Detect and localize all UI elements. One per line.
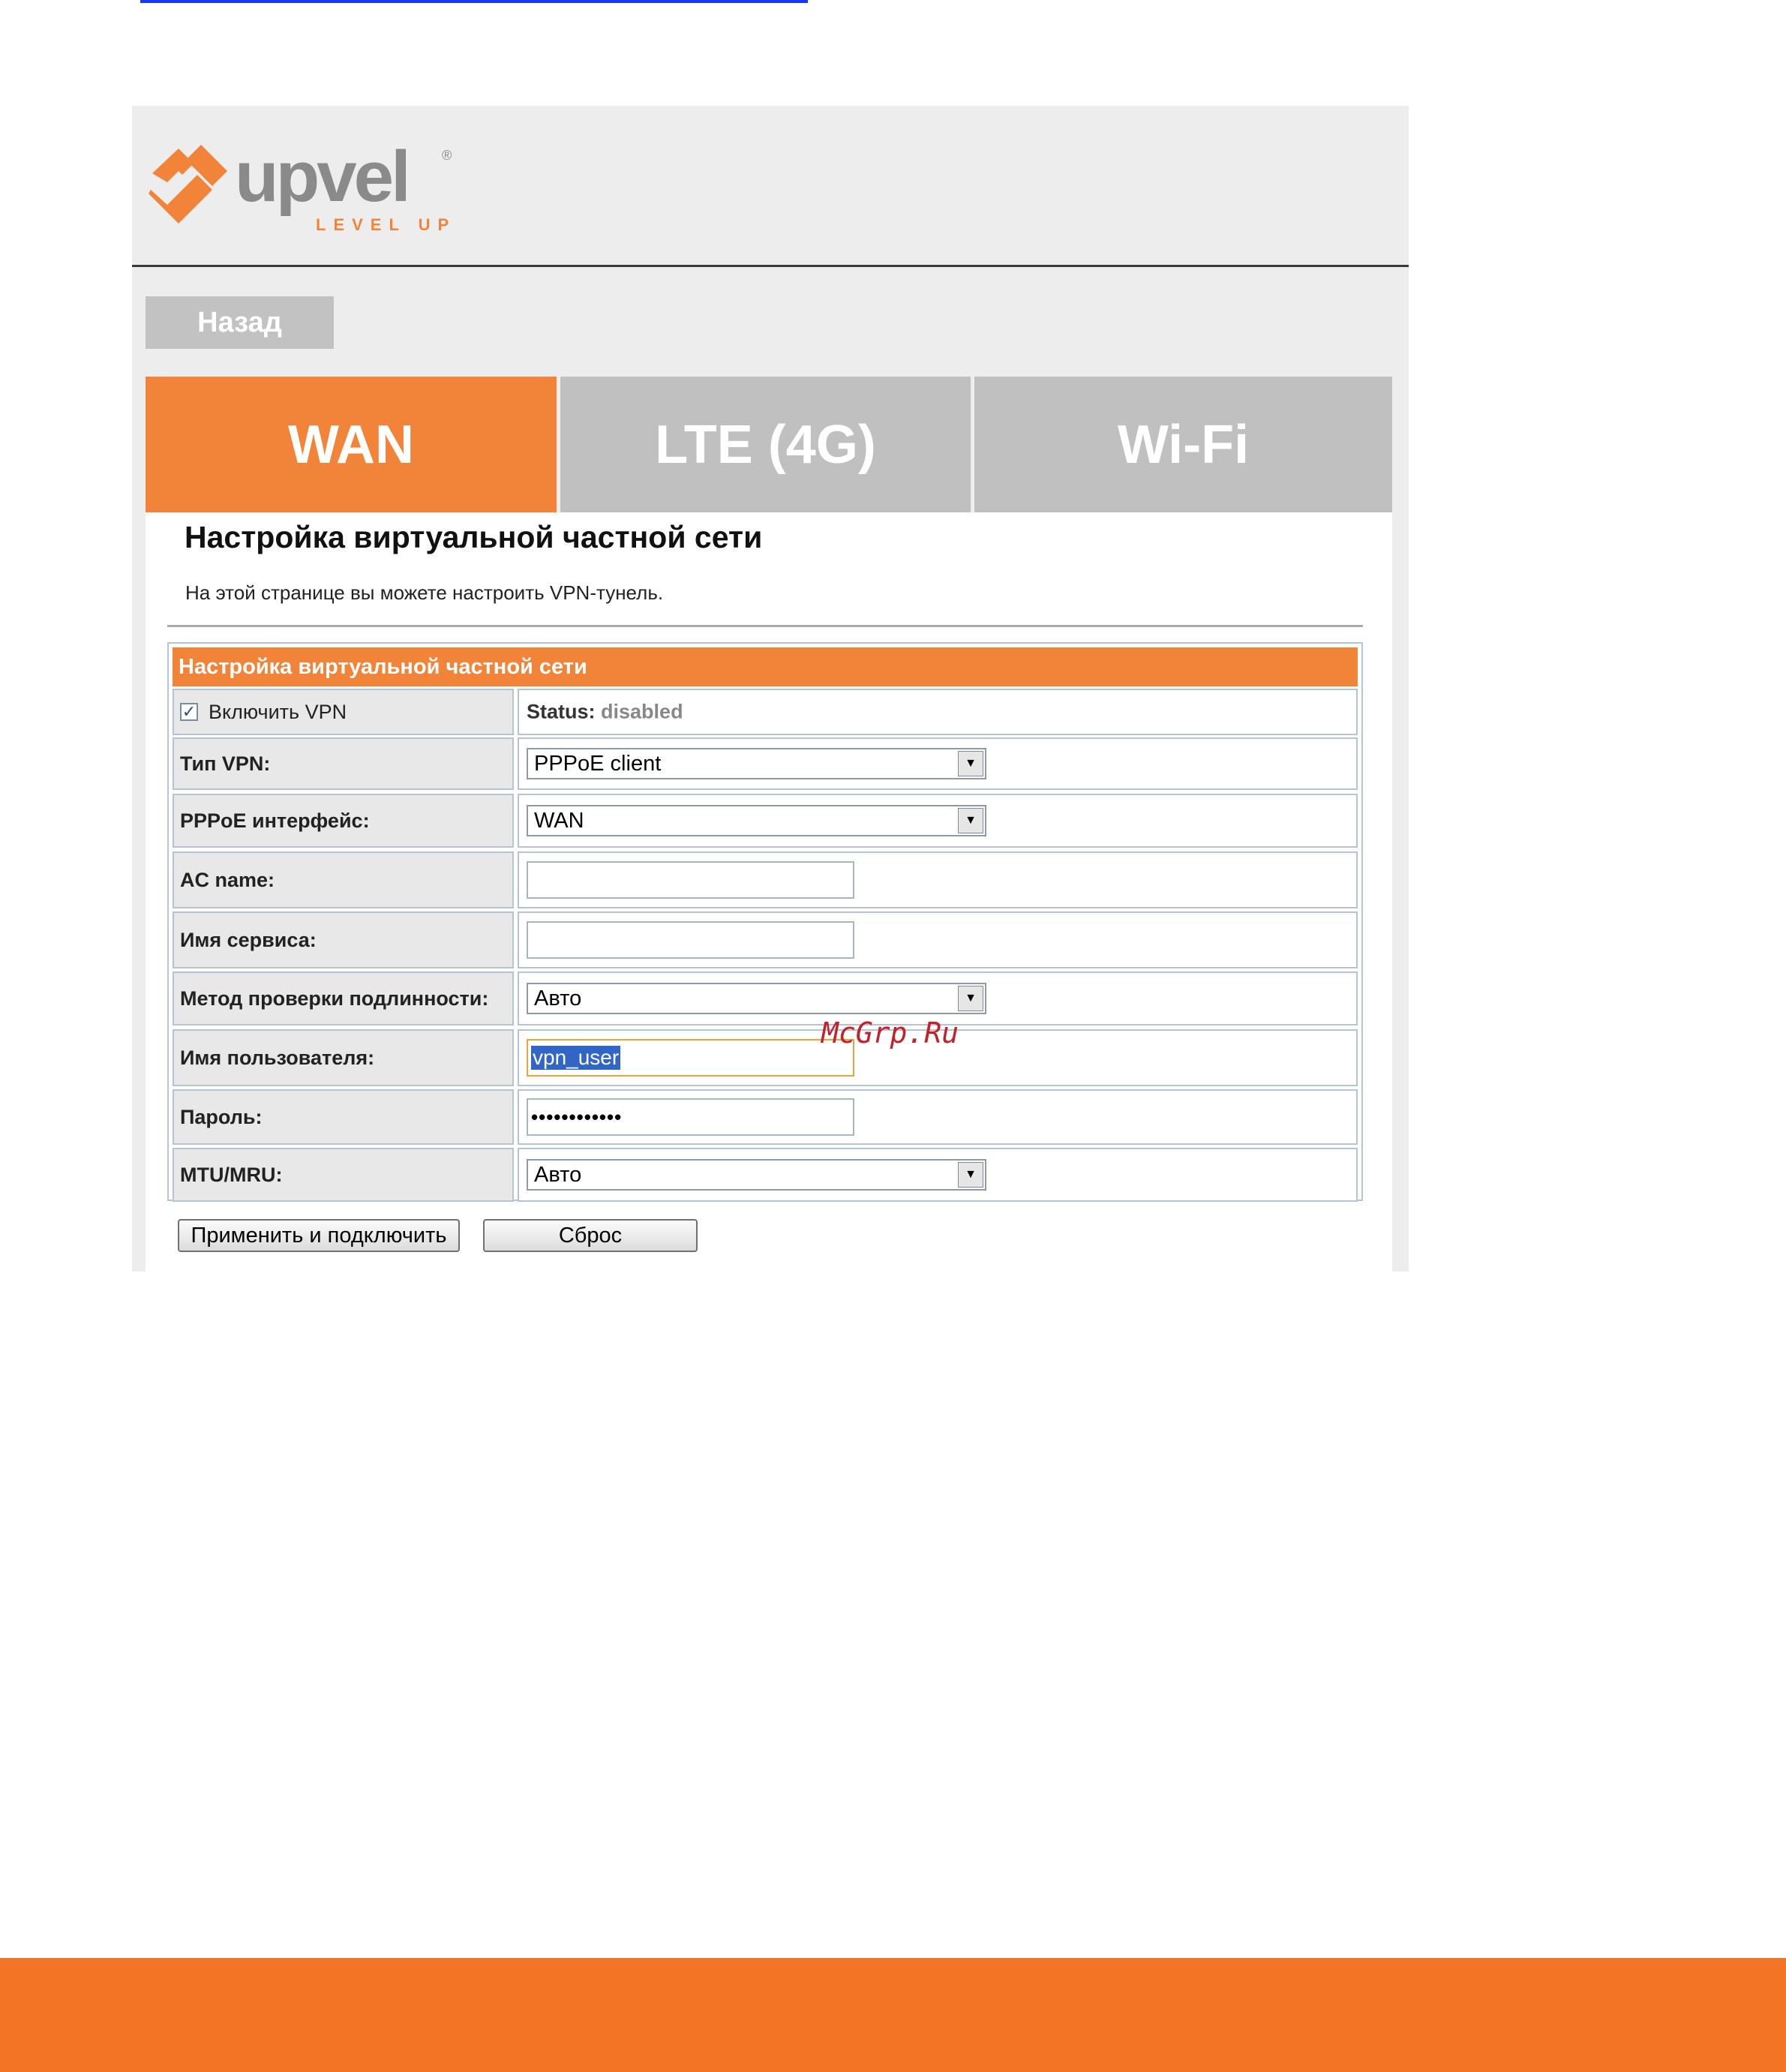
ac-name-input[interactable] bbox=[527, 861, 854, 899]
username-label: Имя пользователя: bbox=[173, 1029, 514, 1086]
enable-vpn-cell: ✓ Включить VPN bbox=[173, 689, 514, 735]
password-cell: •••••••••••• bbox=[518, 1089, 1358, 1145]
page-title: Настройка виртуальной частной сети bbox=[185, 520, 763, 554]
pppoe-interface-label: PPPoE интерфейс: bbox=[173, 794, 514, 848]
header-divider bbox=[132, 265, 1409, 267]
footer-band bbox=[0, 1958, 1786, 2072]
header: upvel ® LEVEL UP bbox=[132, 106, 1409, 267]
vpn-type-select[interactable]: PPPoE client ▼ bbox=[527, 748, 986, 779]
service-name-cell bbox=[518, 911, 1358, 968]
pppoe-interface-select[interactable]: WAN ▼ bbox=[527, 805, 986, 836]
upvel-chevron-icon bbox=[149, 145, 227, 224]
vpn-settings-table: Настройка виртуальной частной сети ✓ Вкл… bbox=[167, 642, 1363, 1202]
watermark: McGrp.Ru bbox=[821, 1016, 959, 1050]
router-admin-panel: upvel ® LEVEL UP Назад WAN LTE (4G) Wi-F… bbox=[132, 106, 1409, 1272]
password-label: Пароль: bbox=[173, 1089, 514, 1145]
row-password: Пароль: •••••••••••• bbox=[173, 1089, 1358, 1145]
checkmark-icon: ✓ bbox=[182, 702, 197, 721]
username-value: vpn_user bbox=[531, 1046, 621, 1070]
dropdown-arrow-icon[interactable]: ▼ bbox=[958, 986, 983, 1011]
apply-connect-button[interactable]: Применить и подключить bbox=[178, 1219, 460, 1252]
back-button[interactable]: Назад bbox=[146, 296, 334, 349]
brand-name: upvel bbox=[235, 137, 408, 217]
row-ac-name: AC name: bbox=[173, 851, 1358, 908]
content-divider bbox=[167, 625, 1363, 627]
row-auth-method: Метод проверки подлинности: Авто ▼ bbox=[173, 971, 1358, 1025]
ac-name-cell bbox=[518, 851, 1358, 908]
status-cell: Status: disabled bbox=[518, 689, 1358, 735]
row-pppoe-interface: PPPoE интерфейс: WAN ▼ bbox=[173, 794, 1358, 848]
status-text: Status: disabled bbox=[527, 701, 683, 724]
tab-wan[interactable]: WAN bbox=[146, 377, 557, 512]
row-mtu-mru: MTU/MRU: Авто ▼ bbox=[173, 1148, 1358, 1202]
pppoe-interface-cell: WAN ▼ bbox=[518, 794, 1358, 848]
mtu-mru-cell: Авто ▼ bbox=[518, 1148, 1358, 1202]
pppoe-interface-value: WAN bbox=[534, 808, 584, 833]
reset-button[interactable]: Сброс bbox=[483, 1219, 698, 1252]
enable-vpn-checkbox[interactable]: ✓ bbox=[180, 703, 198, 721]
username-input[interactable]: vpn_user bbox=[527, 1039, 854, 1077]
row-vpn-type: Тип VPN: PPPoE client ▼ bbox=[173, 737, 1358, 790]
tab-lte[interactable]: LTE (4G) bbox=[560, 377, 971, 512]
password-mask: •••••••••••• bbox=[531, 1105, 623, 1128]
vpn-type-value: PPPoE client bbox=[534, 751, 662, 776]
status-value: disabled bbox=[601, 700, 683, 723]
mtu-mru-select[interactable]: Авто ▼ bbox=[527, 1159, 986, 1191]
upvel-logo: upvel ® LEVEL UP bbox=[149, 137, 456, 234]
brand-tagline: LEVEL UP bbox=[316, 215, 456, 234]
top-link-underline[interactable] bbox=[140, 0, 808, 3]
tab-bar: WAN LTE (4G) Wi-Fi bbox=[146, 377, 1392, 512]
auth-method-label: Метод проверки подлинности: bbox=[173, 971, 514, 1025]
service-name-label: Имя сервиса: bbox=[173, 911, 514, 968]
main-content: Настройка виртуальной частной сети На эт… bbox=[146, 512, 1392, 1272]
page-description: На этой странице вы можете настроить VPN… bbox=[185, 581, 664, 604]
service-name-input[interactable] bbox=[527, 921, 854, 959]
auth-method-select[interactable]: Авто ▼ bbox=[527, 983, 986, 1014]
auth-method-value: Авто bbox=[534, 986, 582, 1010]
status-label: Status: bbox=[527, 700, 596, 723]
tab-wifi[interactable]: Wi-Fi bbox=[974, 377, 1392, 512]
enable-vpn-label: Включить VPN bbox=[209, 700, 347, 723]
vpn-type-cell: PPPoE client ▼ bbox=[518, 737, 1358, 790]
dropdown-arrow-icon[interactable]: ▼ bbox=[958, 751, 983, 776]
vpn-type-label: Тип VPN: bbox=[173, 737, 514, 790]
mtu-mru-value: Авто bbox=[534, 1162, 582, 1187]
registered-mark: ® bbox=[442, 148, 452, 163]
table-header: Настройка виртуальной частной сети bbox=[173, 647, 1358, 686]
dropdown-arrow-icon[interactable]: ▼ bbox=[958, 1162, 983, 1188]
mtu-mru-label: MTU/MRU: bbox=[173, 1148, 514, 1202]
row-enable-vpn: ✓ Включить VPN Status: disabled bbox=[173, 689, 1358, 735]
password-input[interactable]: •••••••••••• bbox=[527, 1098, 854, 1136]
dropdown-arrow-icon[interactable]: ▼ bbox=[958, 808, 983, 833]
row-username: Имя пользователя: vpn_user bbox=[173, 1029, 1358, 1086]
row-service-name: Имя сервиса: bbox=[173, 911, 1358, 968]
ac-name-label: AC name: bbox=[173, 851, 514, 908]
